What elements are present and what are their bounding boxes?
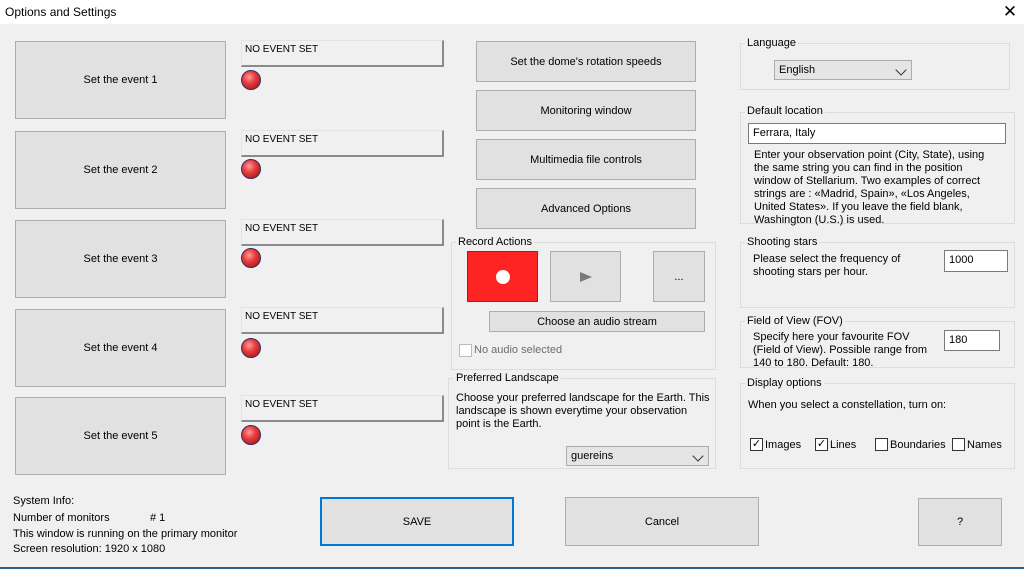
boundaries-label: Boundaries [890,439,946,451]
play-button[interactable] [550,251,621,302]
window-monitor-info: This window is running on the primary mo… [13,528,238,540]
multimedia-controls-button[interactable]: Multimedia file controls [476,139,696,180]
dome-speeds-button[interactable]: Set the dome's rotation speeds [476,41,696,82]
set-event-4-button[interactable]: Set the event 4 [15,309,226,387]
fov-label: Specify here your favourite FOV (Field o… [753,331,928,369]
event-4-status: NO EVENT SET [241,307,444,334]
boundaries-checkbox[interactable] [875,438,888,451]
close-icon[interactable]: ✕ [998,1,1022,23]
images-label: Images [765,439,802,451]
more-actions-button[interactable]: ... [653,251,705,302]
record-icon [495,269,510,284]
landscape-select[interactable]: guereins [566,446,709,466]
images-checkbox[interactable]: ✓ [750,438,763,451]
set-event-1-button[interactable]: Set the event 1 [15,41,226,119]
screen-resolution-info: Screen resolution: 1920 x 1080 [13,543,166,555]
display-options-title: Display options [745,377,824,389]
checkmark-icon: ✓ [816,438,827,450]
location-input[interactable]: Ferrara, Italy [748,123,1006,144]
location-help-text: Enter your observation point (City, Stat… [754,149,985,226]
landscape-title: Preferred Landscape [454,372,561,384]
language-selected-value: English [779,64,816,76]
event-3-status: NO EVENT SET [241,219,444,246]
monitors-value: # 1 [150,512,166,524]
landscape-description: Choose your preferred landscape for the … [456,392,710,430]
advanced-options-button[interactable]: Advanced Options [476,188,696,229]
monitors-label: Number of monitors [13,512,110,524]
record-actions-title: Record Actions [456,236,534,248]
choose-audio-stream-button[interactable]: Choose an audio stream [489,311,705,332]
event-1-status: NO EVENT SET [241,40,444,67]
language-title: Language [745,37,798,49]
title-bar [0,0,1024,24]
no-audio-checkbox [459,344,472,357]
names-checkbox[interactable] [952,438,965,451]
event-5-indicator-icon [241,425,261,445]
chevron-down-icon [895,64,907,76]
play-icon [579,271,592,282]
set-event-3-button[interactable]: Set the event 3 [15,220,226,298]
event-1-indicator-icon [241,70,261,90]
event-5-status: NO EVENT SET [241,395,444,422]
fov-title: Field of View (FOV) [745,315,845,327]
chevron-down-icon [692,450,704,462]
checkmark-icon: ✓ [751,438,762,450]
help-button[interactable]: ? [918,498,1002,546]
shooting-stars-label: Please select the frequency of shooting … [753,253,901,278]
set-event-5-button[interactable]: Set the event 5 [15,397,226,475]
event-3-indicator-icon [241,248,261,268]
shooting-stars-title: Shooting stars [745,236,820,248]
save-button[interactable]: SAVE [320,497,514,546]
default-location-title: Default location [745,105,825,117]
display-options-group [740,383,1015,469]
lines-checkbox[interactable]: ✓ [815,438,828,451]
window-title: Options and Settings [5,5,117,19]
event-2-status: NO EVENT SET [241,130,444,157]
system-info-header: System Info: [13,495,75,507]
language-select[interactable]: English [774,60,912,80]
monitoring-window-button[interactable]: Monitoring window [476,90,696,131]
names-label: Names [967,439,1002,451]
fov-input[interactable]: 180 [944,330,1000,351]
no-audio-label: No audio selected [474,344,563,356]
record-button[interactable] [467,251,538,302]
cancel-button[interactable]: Cancel [565,497,759,546]
display-options-label: When you select a constellation, turn on… [748,399,947,411]
event-2-indicator-icon [241,159,261,179]
shooting-stars-input[interactable]: 1000 [944,250,1008,272]
landscape-selected-value: guereins [571,450,614,462]
lines-label: Lines [830,439,857,451]
event-4-indicator-icon [241,338,261,358]
set-event-2-button[interactable]: Set the event 2 [15,131,226,209]
